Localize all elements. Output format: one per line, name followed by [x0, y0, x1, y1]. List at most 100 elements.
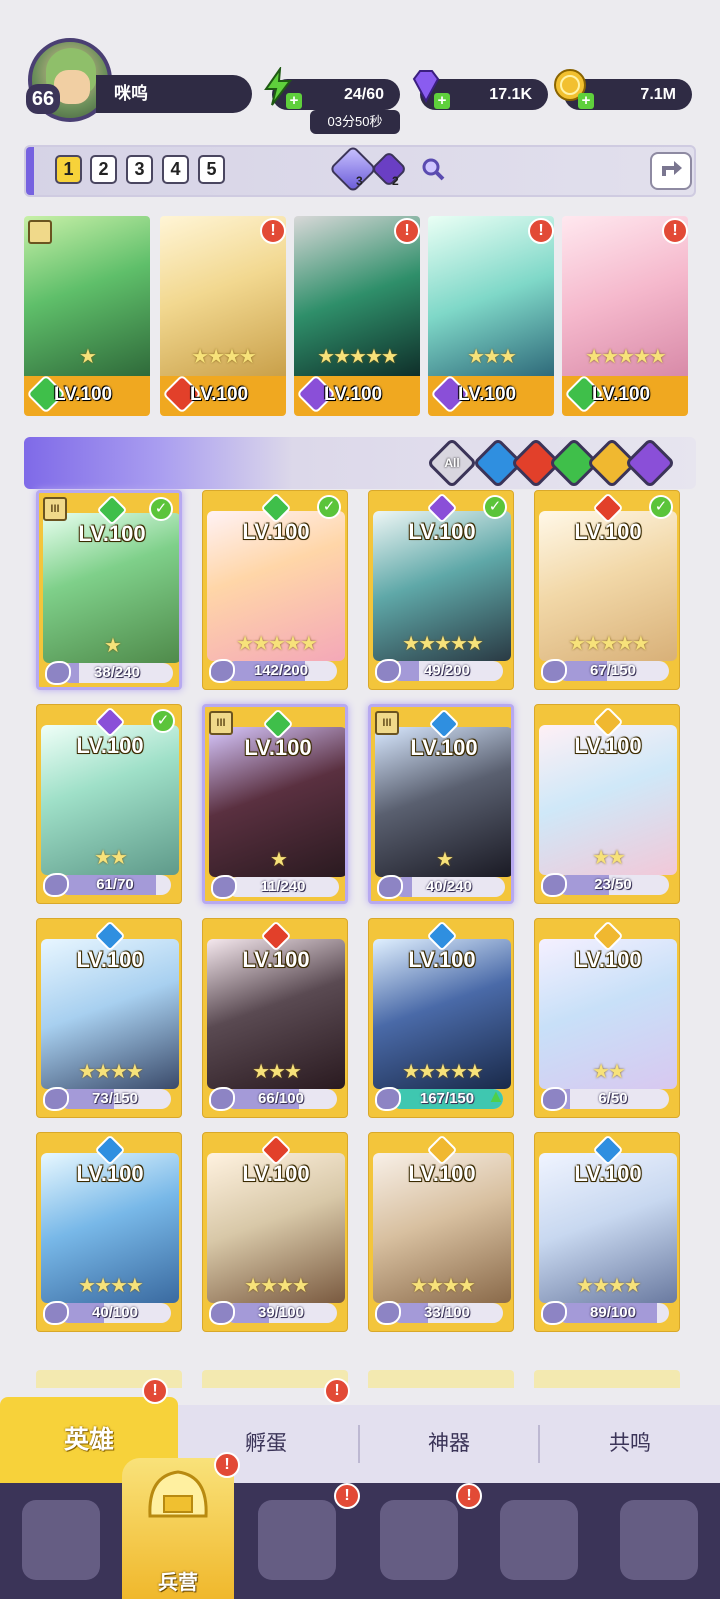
team-tab-4[interactable]: 4: [162, 155, 189, 184]
checkmark-icon: ✓: [649, 495, 673, 519]
next-row-card[interactable]: [534, 1370, 680, 1388]
shard-count: 39/100: [258, 1304, 304, 1321]
stamina-value: 24/60: [343, 86, 384, 103]
nav-map-alert-icon: !: [334, 1483, 360, 1509]
hero-card[interactable]: LV.100 ★★★★ 89/100: [534, 1132, 680, 1332]
nav-barracks-alert-icon: !: [214, 1452, 240, 1478]
stamina-timer: 03分50秒: [310, 110, 400, 134]
rank-emblem-icon: III: [375, 711, 399, 735]
shard-count: 61/70: [96, 876, 134, 893]
bottom-nav: [0, 1483, 720, 1599]
hero-card[interactable]: LV.100 ★★★★★ 67/150 ✓: [534, 490, 680, 690]
shard-icon: [541, 659, 567, 683]
shard-icon: [541, 873, 567, 897]
gold-value: 7.1M: [640, 86, 676, 103]
gems-bar[interactable]: + 17.1K: [412, 70, 548, 110]
shard-count: 33/100: [424, 1304, 470, 1321]
hero-card[interactable]: LV.100 ★★★★★ 49/200 ✓: [368, 490, 514, 690]
star-rating: ★★★★: [78, 1061, 144, 1083]
shard-count: 6/50: [598, 1090, 628, 1107]
checkmark-icon: ✓: [151, 709, 175, 733]
shard-progress-bar: 38/240: [61, 663, 173, 683]
rank-emblem-icon: III: [43, 497, 67, 521]
hero-card[interactable]: LV.100 ★★ 61/70 ✓: [36, 704, 182, 904]
team-tab-3[interactable]: 3: [126, 155, 153, 184]
hero-card[interactable]: LV.100 ★ 38/240 ✓ III: [36, 490, 182, 690]
hero-card[interactable]: LV.100 ★★★★ 40/100: [36, 1132, 182, 1332]
checkmark-icon: ✓: [317, 495, 341, 519]
hero-level: LV.100: [244, 735, 312, 760]
shard-count: 67/150: [590, 662, 636, 679]
shard-count: 23/50: [594, 876, 632, 893]
shard-icon: [43, 1087, 69, 1111]
star-rating: ★★★★★: [236, 633, 318, 655]
shard-progress-bar: 23/50: [557, 875, 669, 895]
hero-card[interactable]: LV.100 ★★ 23/50: [534, 704, 680, 904]
shard-count: 142/200: [253, 662, 309, 679]
team-slot[interactable]: LV.100 ★★★★★: [294, 216, 420, 416]
team-slot-alert-icon: !: [662, 218, 688, 244]
add-stamina-icon[interactable]: +: [286, 93, 302, 109]
gems-value: 17.1K: [489, 86, 532, 103]
hero-level: LV.100: [242, 1161, 310, 1186]
star-rating: ★★★★: [78, 1275, 144, 1297]
team-slot[interactable]: LV.100 ★★★: [428, 216, 554, 416]
hero-card[interactable]: LV.100 ★★★★ 33/100: [368, 1132, 514, 1332]
nav-castle-icon[interactable]: [380, 1500, 458, 1580]
team-slot[interactable]: LV.100 ★★★★★: [562, 216, 688, 416]
nav-barracks-label: 兵营: [158, 1572, 198, 1594]
magnifier-icon[interactable]: [420, 156, 446, 182]
share-button[interactable]: [650, 152, 692, 190]
shard-count: 40/240: [426, 878, 472, 895]
hero-card[interactable]: LV.100 ★★★★★ 142/200 ✓: [202, 490, 348, 690]
nav-guild-icon[interactable]: [500, 1500, 578, 1580]
star-rating: ★: [436, 849, 454, 871]
hero-level: LV.100: [78, 521, 146, 546]
shard-progress-bar: 6/50: [557, 1089, 669, 1109]
nav-map-icon[interactable]: [258, 1500, 336, 1580]
star-rating: ★: [79, 346, 97, 368]
hero-level: LV.100: [76, 1161, 144, 1186]
star-rating: ★★★★★: [585, 346, 667, 368]
subtab-artifact[interactable]: 神器: [360, 1405, 538, 1483]
hero-level: LV.100: [574, 733, 642, 758]
hero-card[interactable]: LV.100 ★ 11/240 III: [202, 704, 348, 904]
team-hero-level: LV.100: [592, 384, 651, 405]
team-tab-2[interactable]: 2: [90, 155, 117, 184]
hero-card[interactable]: LV.100 ★★ 6/50: [534, 918, 680, 1118]
hero-card[interactable]: LV.100 ★★★★ 39/100: [202, 1132, 348, 1332]
shard-icon: [209, 1087, 235, 1111]
hero-level: LV.100: [574, 1161, 642, 1186]
helmet-icon: [148, 1470, 208, 1518]
nav-cards-icon[interactable]: [22, 1500, 100, 1580]
star-rating: ★★: [94, 847, 128, 869]
stamina-bar[interactable]: + 24/60: [264, 67, 400, 110]
crystal-b-count: 2: [392, 174, 399, 188]
team-tab-1[interactable]: 1: [55, 155, 82, 184]
add-gold-icon[interactable]: +: [578, 93, 594, 109]
team-tab-5[interactable]: 5: [198, 155, 225, 184]
hero-card[interactable]: LV.100 ★ 40/240 III: [368, 704, 514, 904]
player-level-badge: 66: [26, 84, 60, 114]
next-row-card[interactable]: [368, 1370, 514, 1388]
hero-card[interactable]: LV.100 ★★★★★ 167/150 ▲: [368, 918, 514, 1118]
team-slot[interactable]: LV.100 ★: [24, 216, 150, 416]
shard-count: 73/150: [92, 1090, 138, 1107]
nav-banner-icon[interactable]: [620, 1500, 698, 1580]
shard-count: 40/100: [92, 1304, 138, 1321]
hero-level: LV.100: [242, 947, 310, 972]
subtab-resonance[interactable]: 共鸣: [540, 1405, 720, 1483]
team-slot[interactable]: LV.100 ★★★★: [160, 216, 286, 416]
star-rating: ★★★: [252, 1061, 302, 1083]
shard-icon: [209, 659, 235, 683]
hero-card[interactable]: LV.100 ★★★★ 73/150: [36, 918, 182, 1118]
shard-progress-bar: 49/200: [391, 661, 503, 681]
hero-card[interactable]: LV.100 ★★★ 66/100: [202, 918, 348, 1118]
gold-bar[interactable]: + 7.1M: [554, 69, 692, 110]
shard-progress-bar: 11/240: [227, 877, 339, 897]
star-rating: ★★★★: [191, 346, 257, 368]
team-slot-alert-icon: !: [260, 218, 286, 244]
add-gems-icon[interactable]: +: [434, 93, 450, 109]
shard-progress-bar: 61/70: [59, 875, 171, 895]
subtab-hatch-alert-icon: !: [324, 1378, 350, 1404]
